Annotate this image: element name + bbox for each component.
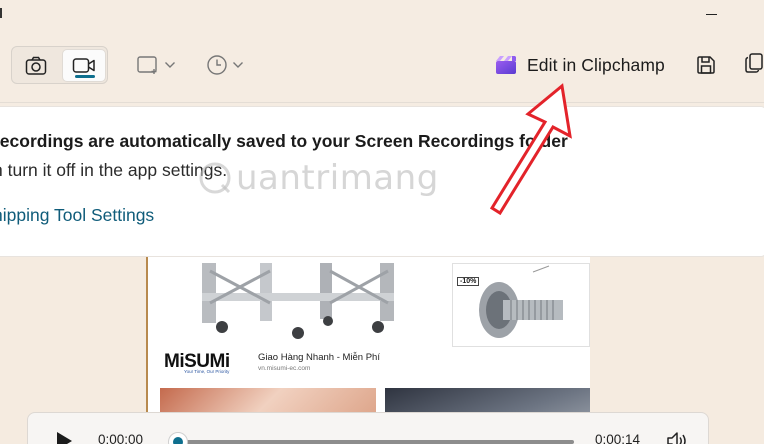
recording-saved-notification: recordings are automatically saved to yo…	[0, 106, 764, 257]
capture-mode-group	[11, 46, 108, 84]
copy-button[interactable]	[744, 52, 764, 78]
banner-url: vn.misumi-ec.com	[258, 365, 311, 372]
misumi-tagline: Your Time, Our Priority	[184, 369, 230, 374]
seek-track[interactable]	[178, 440, 574, 444]
video-camera-icon	[72, 57, 95, 73]
rectangle-snip-icon	[137, 56, 157, 74]
speaker-icon	[667, 432, 686, 444]
play-icon	[57, 432, 72, 444]
screenshot-mode-button[interactable]	[14, 49, 58, 82]
notification-title: recordings are automatically saved to yo…	[0, 131, 568, 151]
current-time: 0:00:00	[98, 432, 144, 444]
clipchamp-icon	[496, 56, 516, 74]
video-mode-button[interactable]	[62, 49, 106, 82]
chevron-down-icon	[233, 62, 243, 68]
save-button[interactable]	[694, 52, 718, 78]
aluminum-frame-image	[160, 263, 448, 351]
bearing-image: -10%	[452, 263, 590, 347]
title-bar	[0, 0, 764, 36]
minimize-button[interactable]	[698, 2, 728, 28]
seek-thumb[interactable]	[168, 432, 188, 444]
misumi-banner: MiSUMi Your Time, Our Priority Giao Hàng…	[164, 349, 584, 375]
camera-icon	[25, 56, 47, 75]
copy-icon	[745, 53, 763, 73]
snipping-tool-settings-link[interactable]: nipping Tool Settings	[0, 205, 154, 226]
duration: 0:00:14	[595, 432, 641, 444]
snip-shape-dropdown[interactable]	[136, 50, 176, 80]
clock-icon	[207, 55, 227, 75]
machine-image	[160, 263, 448, 351]
toolbar-divider	[0, 102, 764, 103]
notification-body: n turn it off in the app settings.	[0, 160, 228, 180]
toolbar: Edit in Clipchamp	[0, 36, 764, 102]
chevron-down-icon	[165, 62, 175, 68]
save-icon	[697, 56, 715, 74]
play-button[interactable]	[52, 429, 76, 444]
edit-in-clipchamp-button[interactable]: Edit in Clipchamp	[494, 50, 665, 80]
edit-in-clipchamp-label: Edit in Clipchamp	[527, 54, 665, 75]
volume-button[interactable]	[666, 430, 690, 444]
banner-text: Giao Hàng Nhanh - Miễn Phí	[258, 352, 380, 363]
selected-indicator	[75, 75, 95, 78]
timer-dropdown[interactable]	[206, 50, 244, 80]
discount-badge: -10%	[457, 277, 480, 286]
playback-controls: 0:00:00 0:00:14	[27, 412, 709, 444]
window-edge-mark	[0, 8, 2, 18]
